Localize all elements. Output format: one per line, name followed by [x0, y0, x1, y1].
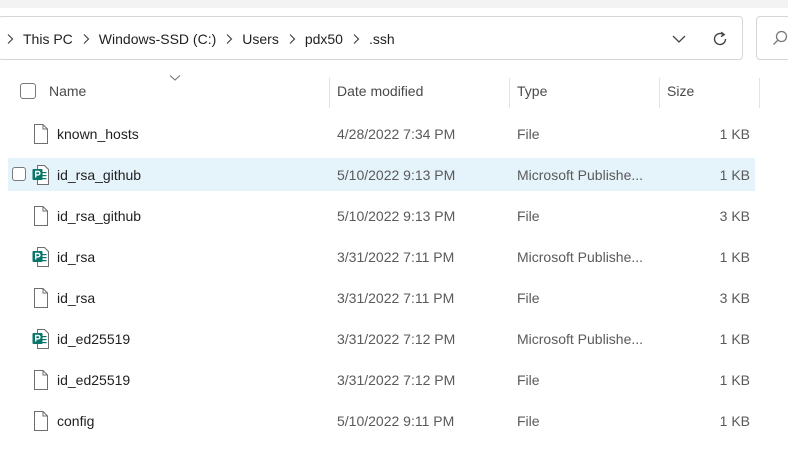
- refresh-button[interactable]: [708, 27, 732, 51]
- refresh-icon: [713, 31, 727, 46]
- file-name: id_ed25519: [57, 371, 131, 388]
- file-icon: [32, 411, 50, 431]
- file-name: id_rsa_github: [57, 166, 142, 183]
- chevron-right-icon[interactable]: [281, 17, 303, 61]
- publisher-file-icon: [32, 329, 50, 349]
- file-row[interactable]: id_rsa_github 5/10/2022 9:13 PM File 3 K…: [8, 199, 755, 232]
- file-size: 1 KB: [719, 248, 750, 265]
- chevron-right-icon[interactable]: [75, 17, 97, 61]
- column-headers: Name Date modified Type Size: [0, 74, 788, 108]
- breadcrumb-item-users[interactable]: Users: [240, 31, 281, 47]
- file-row[interactable]: config 5/10/2022 9:11 PM File 1 KB: [8, 404, 755, 437]
- file-type: File: [517, 371, 540, 388]
- chevron-right-icon[interactable]: [345, 17, 367, 61]
- column-divider[interactable]: [759, 78, 760, 108]
- window-top-strip: [0, 0, 788, 8]
- file-row[interactable]: id_rsa 3/31/2022 7:11 PM File 3 KB: [8, 281, 755, 314]
- column-divider[interactable]: [329, 78, 330, 108]
- column-divider[interactable]: [509, 78, 510, 108]
- file-row[interactable]: id_ed25519 3/31/2022 7:12 PM File 1 KB: [8, 363, 755, 396]
- file-date-modified: 5/10/2022 9:13 PM: [337, 207, 456, 224]
- breadcrumb: This PC Windows-SSD (C:) Users pdx50 .ss…: [0, 17, 397, 61]
- file-date-modified: 3/31/2022 7:11 PM: [337, 289, 455, 306]
- file-type: File: [517, 125, 540, 142]
- file-row[interactable]: known_hosts 4/28/2022 7:34 PM File 1 KB: [8, 117, 755, 150]
- column-header-size[interactable]: Size: [667, 74, 757, 108]
- file-date-modified: 3/31/2022 7:12 PM: [337, 330, 456, 347]
- breadcrumb-item-this-pc[interactable]: This PC: [21, 31, 75, 47]
- file-size: 1 KB: [719, 371, 750, 388]
- row-checkbox[interactable]: [12, 167, 26, 181]
- select-all-checkbox[interactable]: [20, 83, 36, 99]
- file-type: Microsoft Publishe...: [517, 166, 644, 183]
- search-icon: [773, 30, 788, 45]
- column-divider[interactable]: [659, 78, 660, 108]
- breadcrumb-item-drive[interactable]: Windows-SSD (C:): [97, 31, 218, 47]
- checkbox[interactable]: [20, 83, 36, 99]
- column-header-type[interactable]: Type: [517, 74, 652, 108]
- file-name: known_hosts: [57, 125, 139, 142]
- publisher-file-icon: [32, 247, 50, 267]
- file-type: Microsoft Publishe...: [517, 248, 644, 265]
- file-row[interactable]: id_rsa 3/31/2022 7:11 PM Microsoft Publi…: [8, 240, 755, 273]
- file-name: id_rsa_github: [57, 207, 142, 224]
- file-date-modified: 3/31/2022 7:11 PM: [337, 248, 455, 265]
- file-icon: [32, 206, 50, 226]
- chevron-right-icon[interactable]: [0, 17, 21, 61]
- file-name: id_ed25519: [57, 330, 131, 347]
- file-type: File: [517, 412, 540, 429]
- search-box[interactable]: [756, 16, 788, 60]
- file-date-modified: 3/31/2022 7:12 PM: [337, 371, 456, 388]
- breadcrumb-item-ssh[interactable]: .ssh: [367, 31, 397, 47]
- file-icon: [32, 288, 50, 308]
- file-type: File: [517, 207, 540, 224]
- file-type: Microsoft Publishe...: [517, 330, 644, 347]
- file-size: 3 KB: [719, 289, 750, 306]
- breadcrumb-item-user-folder[interactable]: pdx50: [303, 31, 345, 47]
- file-size: 1 KB: [719, 166, 750, 183]
- file-name: config: [57, 412, 95, 429]
- column-header-date-modified[interactable]: Date modified: [337, 74, 502, 108]
- file-date-modified: 5/10/2022 9:13 PM: [337, 166, 456, 183]
- file-row[interactable]: id_ed25519 3/31/2022 7:12 PM Microsoft P…: [8, 322, 755, 355]
- publisher-file-icon: [32, 165, 50, 185]
- file-name: id_rsa: [57, 289, 96, 306]
- file-date-modified: 4/28/2022 7:34 PM: [337, 125, 456, 142]
- chevron-right-icon[interactable]: [218, 17, 240, 61]
- address-bar[interactable]: This PC Windows-SSD (C:) Users pdx50 .ss…: [0, 16, 743, 60]
- file-size: 3 KB: [719, 207, 750, 224]
- file-icon: [32, 370, 50, 390]
- chevron-down-icon: [672, 35, 686, 43]
- file-row[interactable]: id_rsa_github 5/10/2022 9:13 PM Microsof…: [8, 158, 755, 191]
- file-size: 1 KB: [719, 125, 750, 142]
- file-size: 1 KB: [719, 330, 750, 347]
- file-name: id_rsa: [57, 248, 96, 265]
- file-icon: [32, 124, 50, 144]
- column-header-name[interactable]: Name: [49, 74, 319, 108]
- file-type: File: [517, 289, 540, 306]
- file-size: 1 KB: [719, 412, 750, 429]
- address-history-dropdown-button[interactable]: [667, 27, 691, 51]
- file-date-modified: 5/10/2022 9:11 PM: [337, 412, 455, 429]
